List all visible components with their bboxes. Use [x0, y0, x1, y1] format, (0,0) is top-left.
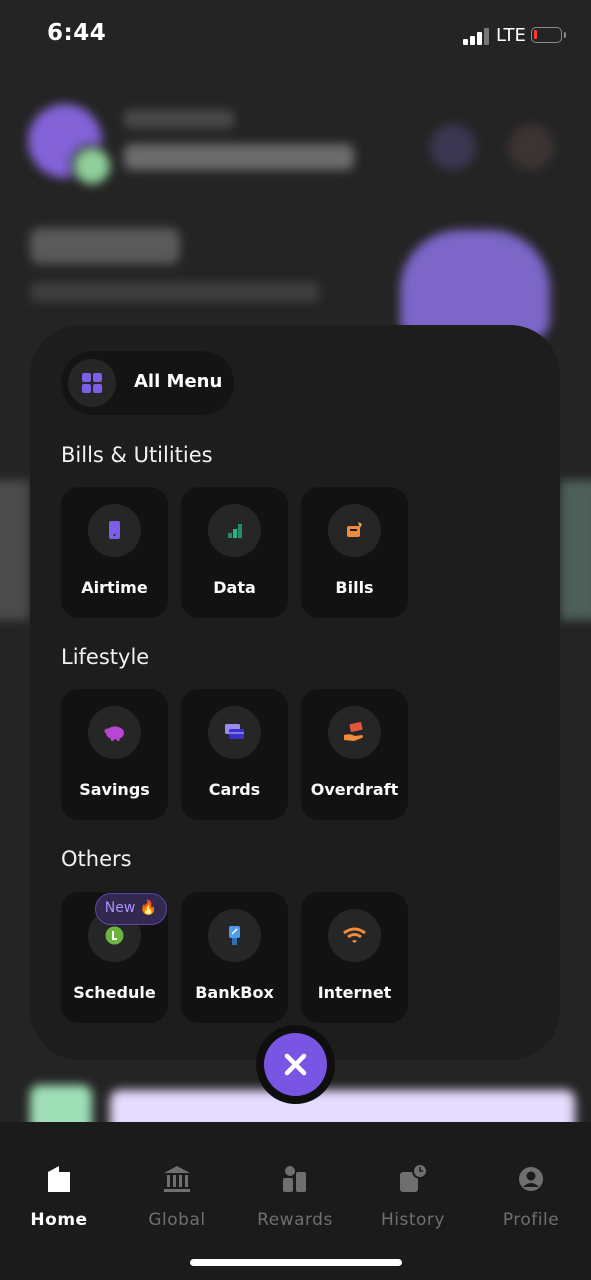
phone-icon — [109, 521, 120, 539]
menu-item-bankbox[interactable]: BankBox — [181, 892, 288, 1023]
grid-icon — [68, 359, 116, 407]
bottom-tab-bar: Home Global Rewards History Profile — [0, 1122, 591, 1280]
tab-home[interactable]: Home — [9, 1162, 109, 1230]
menu-item-label: Cards — [208, 780, 261, 799]
home-icon — [42, 1162, 76, 1196]
profile-icon — [514, 1162, 548, 1196]
section-title-lifestyle: Lifestyle — [61, 645, 150, 669]
clock-icon — [105, 926, 124, 945]
history-icon — [396, 1162, 430, 1196]
tab-profile[interactable]: Profile — [481, 1162, 581, 1230]
menu-item-savings[interactable]: Savings — [61, 689, 168, 820]
card-icon — [225, 724, 244, 739]
all-menu-sheet: All Menu Bills & Utilities Airtime Data … — [30, 325, 560, 1060]
receipt-icon — [347, 522, 362, 537]
menu-item-cards[interactable]: Cards — [181, 689, 288, 820]
header-button — [430, 124, 476, 170]
mascot-illustration — [400, 230, 550, 340]
battery-icon — [531, 27, 566, 43]
menu-item-label: Schedule — [73, 983, 156, 1002]
balance-blurred — [30, 228, 180, 264]
pos-terminal-icon — [229, 926, 240, 945]
tab-label: Home — [30, 1210, 88, 1230]
menu-item-label: Bills — [335, 578, 374, 597]
card-edge — [560, 480, 591, 620]
menu-item-overdraft[interactable]: Overdraft — [301, 689, 408, 820]
account-number-blurred — [30, 282, 320, 302]
tab-rewards[interactable]: Rewards — [245, 1162, 345, 1230]
signal-bars-icon — [228, 524, 242, 538]
username-blurred — [124, 144, 354, 170]
home-indicator — [190, 1259, 402, 1266]
close-menu-button[interactable] — [264, 1033, 327, 1096]
menu-item-label: Internet — [317, 983, 392, 1002]
clock: 6:44 — [47, 20, 107, 46]
notification-button — [508, 124, 554, 170]
menu-item-label: Savings — [79, 780, 150, 799]
tab-label: History — [381, 1210, 445, 1230]
avatar-badge — [70, 144, 114, 188]
menu-item-label: Airtime — [81, 578, 148, 597]
section-title-others: Others — [61, 847, 132, 871]
cash-hand-icon — [344, 722, 363, 741]
close-icon — [284, 1053, 307, 1076]
welcome-text-blurred — [124, 110, 234, 128]
rewards-icon — [278, 1162, 312, 1196]
menu-item-airtime[interactable]: Airtime — [61, 487, 168, 618]
tab-history[interactable]: History — [363, 1162, 463, 1230]
menu-item-label: Overdraft — [310, 780, 399, 799]
menu-item-internet[interactable]: Internet — [301, 892, 408, 1023]
card-edge — [0, 480, 30, 620]
network-type: LTE — [496, 25, 526, 46]
all-menu-header: All Menu — [61, 351, 234, 415]
status-bar: 6:44 LTE — [0, 0, 591, 72]
tab-label: Profile — [502, 1210, 560, 1230]
menu-item-label: BankBox — [195, 983, 274, 1002]
tab-global[interactable]: Global — [127, 1162, 227, 1230]
menu-item-label: Data — [213, 578, 256, 597]
wifi-icon — [343, 927, 366, 943]
signal-icon — [463, 28, 489, 45]
tab-label: Global — [148, 1210, 206, 1230]
tab-label: Rewards — [257, 1210, 333, 1230]
menu-item-data[interactable]: Data — [181, 487, 288, 618]
piggy-bank-icon — [104, 726, 124, 741]
section-title-bills-utilities: Bills & Utilities — [61, 443, 213, 467]
bank-icon — [160, 1162, 194, 1196]
new-badge: New 🔥 — [95, 893, 167, 925]
menu-item-bills[interactable]: Bills — [301, 487, 408, 618]
all-menu-title: All Menu — [134, 371, 223, 392]
